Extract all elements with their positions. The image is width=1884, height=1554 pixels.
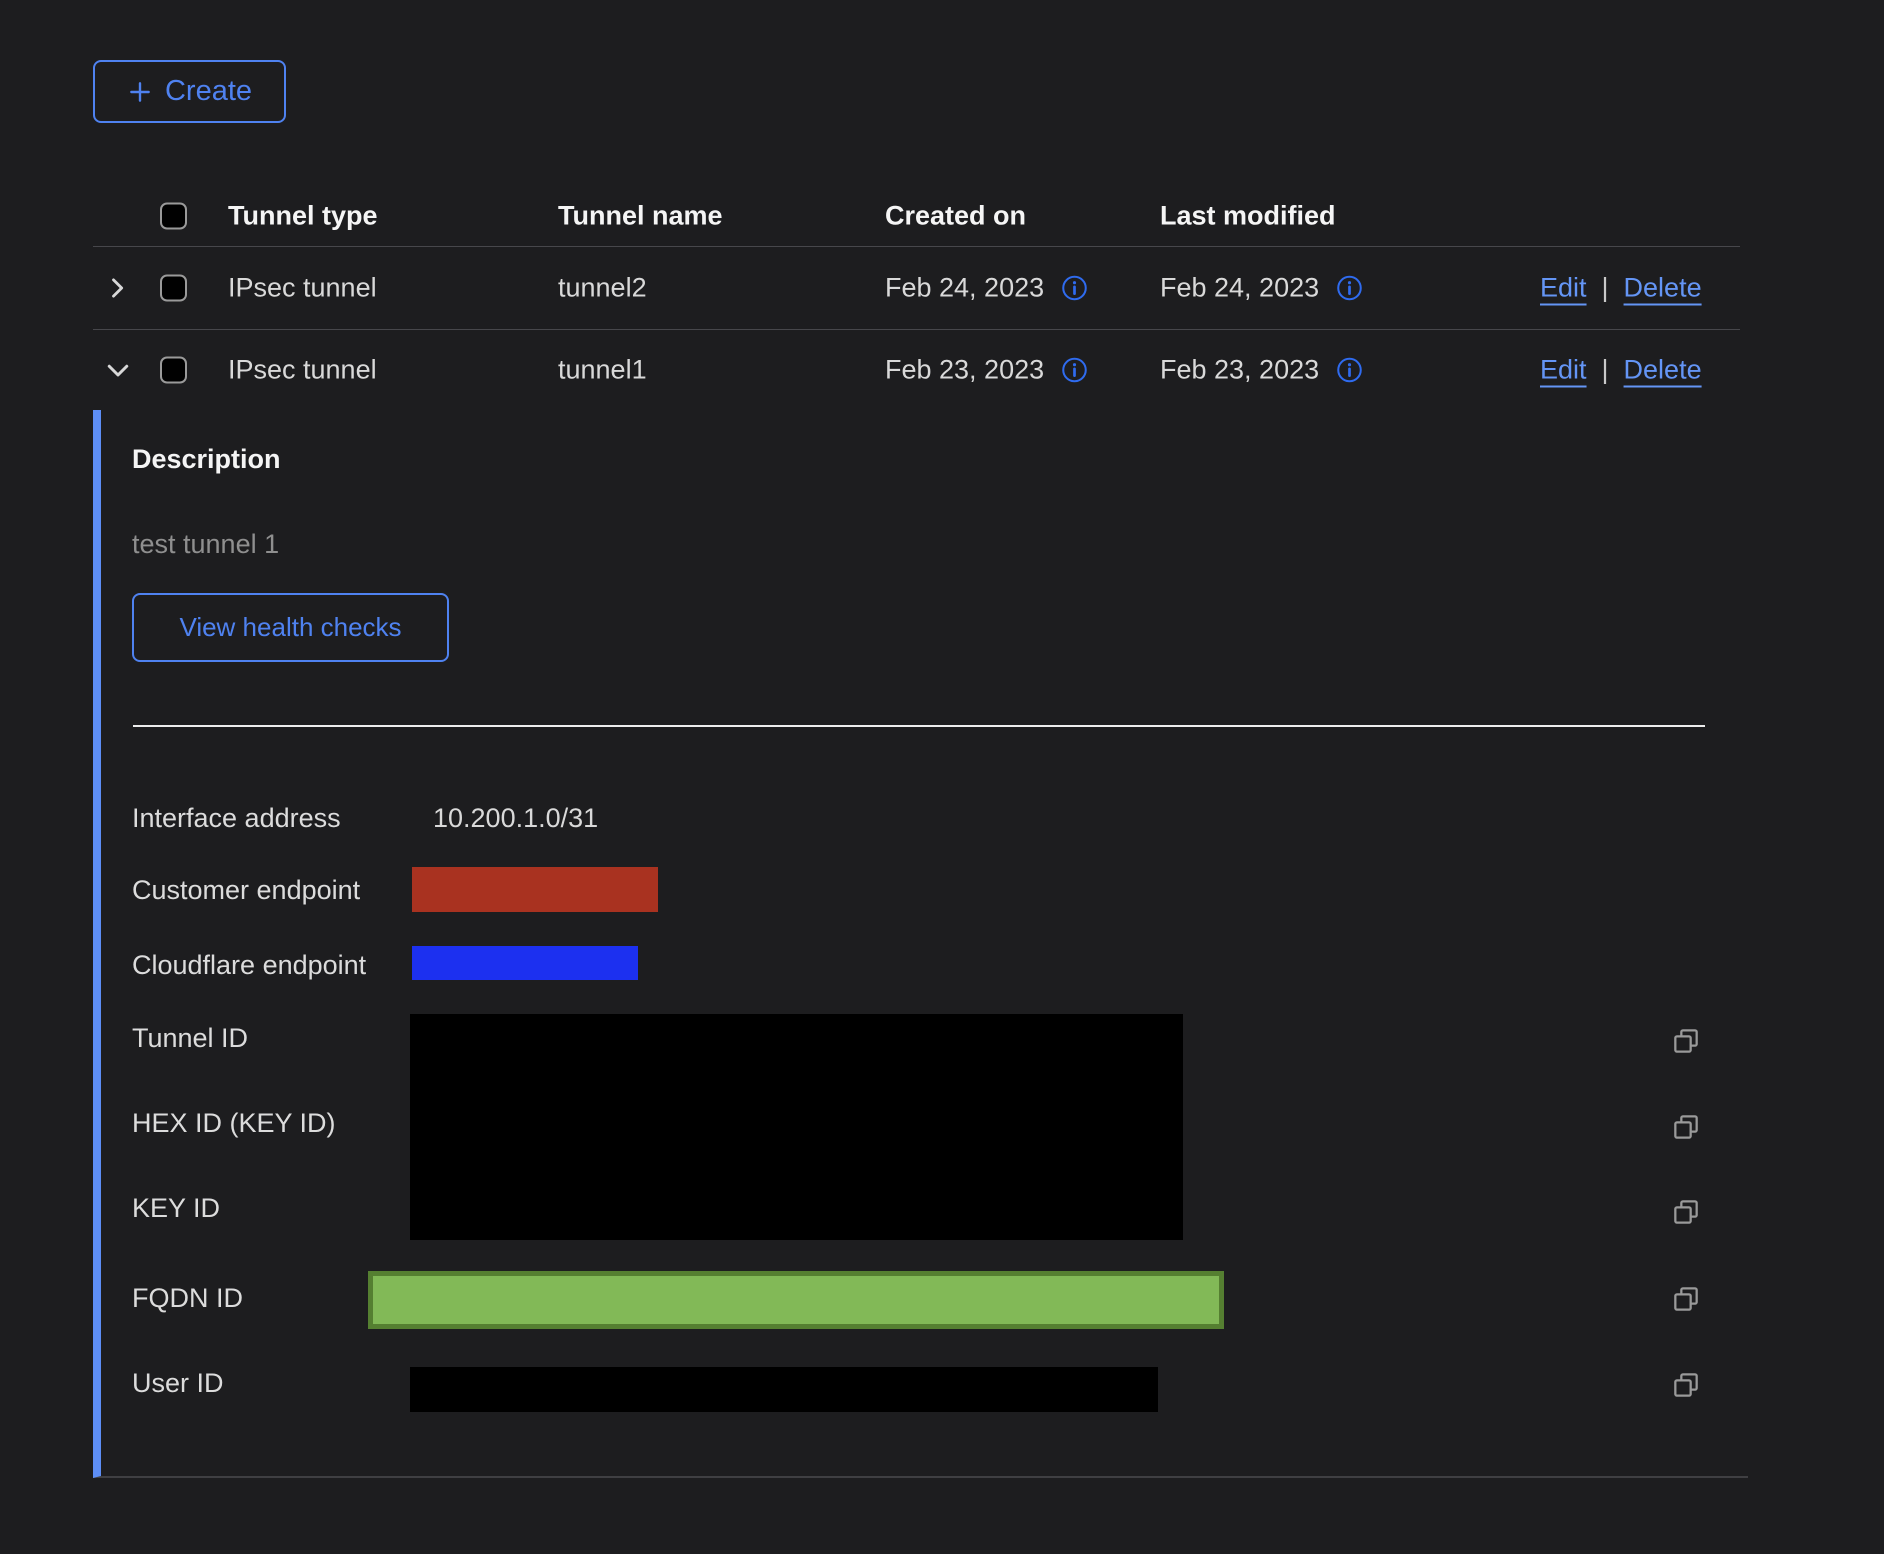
customer-endpoint-label: Customer endpoint <box>132 874 360 906</box>
header-created-on: Created on <box>885 201 1026 232</box>
select-all-checkbox[interactable] <box>160 203 187 230</box>
info-icon[interactable] <box>1061 357 1088 384</box>
edit-link[interactable]: Edit <box>1540 273 1587 304</box>
copy-user-id-button[interactable] <box>1670 1368 1704 1402</box>
interface-address-label: Interface address <box>132 802 341 834</box>
row-checkbox[interactable] <box>160 357 187 384</box>
tunnel-name-cell: tunnel2 <box>558 273 647 304</box>
copy-tunnel-id-button[interactable] <box>1670 1024 1704 1058</box>
info-icon[interactable] <box>1336 275 1363 302</box>
user-id-label: User ID <box>132 1367 224 1399</box>
table-header-row: Tunnel type Tunnel name Created on Last … <box>93 186 1740 247</box>
edit-link[interactable]: Edit <box>1540 355 1587 386</box>
info-icon[interactable] <box>1336 357 1363 384</box>
fqdn-id-redaction <box>368 1271 1224 1329</box>
customer-endpoint-redaction <box>412 867 658 912</box>
description-text: test tunnel 1 <box>132 529 279 560</box>
copy-hex-id-button[interactable] <box>1670 1110 1704 1144</box>
collapse-row-button[interactable] <box>103 355 133 385</box>
plus-icon <box>127 79 153 105</box>
chevron-right-icon <box>103 274 131 302</box>
header-tunnel-type: Tunnel type <box>228 201 378 232</box>
copy-icon <box>1670 1025 1702 1057</box>
tunnel-name-cell: tunnel1 <box>558 355 647 386</box>
table-row-tunnel2: IPsec tunnel tunnel2 Feb 24, 2023 Feb 24… <box>93 247 1740 330</box>
row-checkbox[interactable] <box>160 275 187 302</box>
chevron-down-icon <box>103 355 133 385</box>
delete-link[interactable]: Delete <box>1624 355 1702 386</box>
copy-key-id-button[interactable] <box>1670 1195 1704 1229</box>
copy-icon <box>1670 1196 1702 1228</box>
fqdn-id-label: FQDN ID <box>132 1282 243 1314</box>
id-values-redaction <box>410 1014 1183 1240</box>
user-id-redaction <box>410 1367 1158 1412</box>
tunnels-page: { "create_button": { "label": "Create" }… <box>0 0 1884 1554</box>
info-icon[interactable] <box>1061 275 1088 302</box>
delete-link[interactable]: Delete <box>1624 273 1702 304</box>
tunnel-type-cell: IPsec tunnel <box>228 355 377 386</box>
tunnel-type-cell: IPsec tunnel <box>228 273 377 304</box>
view-health-checks-button[interactable]: View health checks <box>132 593 449 662</box>
cloudflare-endpoint-redaction <box>412 946 638 980</box>
expand-row-button[interactable] <box>103 274 131 302</box>
header-last-modified: Last modified <box>1160 201 1336 232</box>
cloudflare-endpoint-label: Cloudflare endpoint <box>132 949 366 981</box>
create-button[interactable]: Create <box>93 60 286 123</box>
created-on-value: Feb 24, 2023 <box>885 273 1044 304</box>
action-separator: | <box>1602 355 1609 386</box>
action-separator: | <box>1602 273 1609 304</box>
table-row-tunnel1: IPsec tunnel tunnel1 Feb 23, 2023 Feb 23… <box>93 330 1740 410</box>
copy-icon <box>1670 1369 1702 1401</box>
create-button-label: Create <box>165 75 252 108</box>
section-divider <box>133 725 1705 727</box>
last-modified-value: Feb 24, 2023 <box>1160 273 1319 304</box>
copy-fqdn-id-button[interactable] <box>1670 1282 1704 1316</box>
hex-id-label: HEX ID (KEY ID) <box>132 1107 336 1139</box>
key-id-label: KEY ID <box>132 1192 220 1224</box>
header-tunnel-name: Tunnel name <box>558 201 723 232</box>
interface-address-value: 10.200.1.0/31 <box>433 802 598 834</box>
tunnel-id-label: Tunnel ID <box>132 1022 248 1054</box>
tunnel-details-panel: Description test tunnel 1 View health ch… <box>93 410 1748 1478</box>
copy-icon <box>1670 1283 1702 1315</box>
last-modified-value: Feb 23, 2023 <box>1160 355 1319 386</box>
description-label: Description <box>132 444 281 475</box>
created-on-value: Feb 23, 2023 <box>885 355 1044 386</box>
copy-icon <box>1670 1111 1702 1143</box>
